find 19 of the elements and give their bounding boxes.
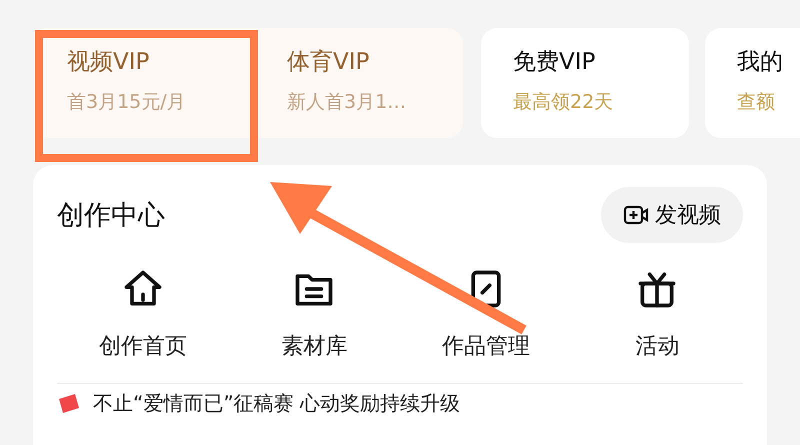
vip-title: 我的 <box>737 48 784 77</box>
vip-card[interactable]: 体育VIP 新人首3月1… <box>255 28 463 138</box>
vip-title: 免费VIP <box>513 48 596 77</box>
vip-title: 视频VIP <box>67 48 150 77</box>
banner-text[interactable]: 不止“爱情而已”征稿赛 心动奖励持续升级 <box>93 390 460 417</box>
vip-subtitle: 新人首3月1… <box>287 90 408 115</box>
vip-subtitle: 首3月15元/月 <box>67 90 187 115</box>
post-video-button[interactable]: 发视频 <box>601 187 743 243</box>
vip-card[interactable]: 免费VIP 最高领22天 <box>481 28 689 138</box>
vip-title: 体育VIP <box>287 48 370 77</box>
shortcut-label[interactable]: 创作首页 <box>98 331 187 361</box>
shortcut-label[interactable]: 素材库 <box>281 331 348 361</box>
shortcut-label[interactable]: 作品管理 <box>442 331 530 361</box>
video-plus-icon <box>623 204 649 226</box>
vip-card[interactable]: 我的 查额 <box>705 28 800 138</box>
section-title: 创作中心 <box>57 199 165 233</box>
vip-subtitle: 查额 <box>737 90 776 115</box>
shortcut-label[interactable]: 活动 <box>635 331 680 361</box>
vip-subtitle: 最高领22天 <box>513 90 614 115</box>
